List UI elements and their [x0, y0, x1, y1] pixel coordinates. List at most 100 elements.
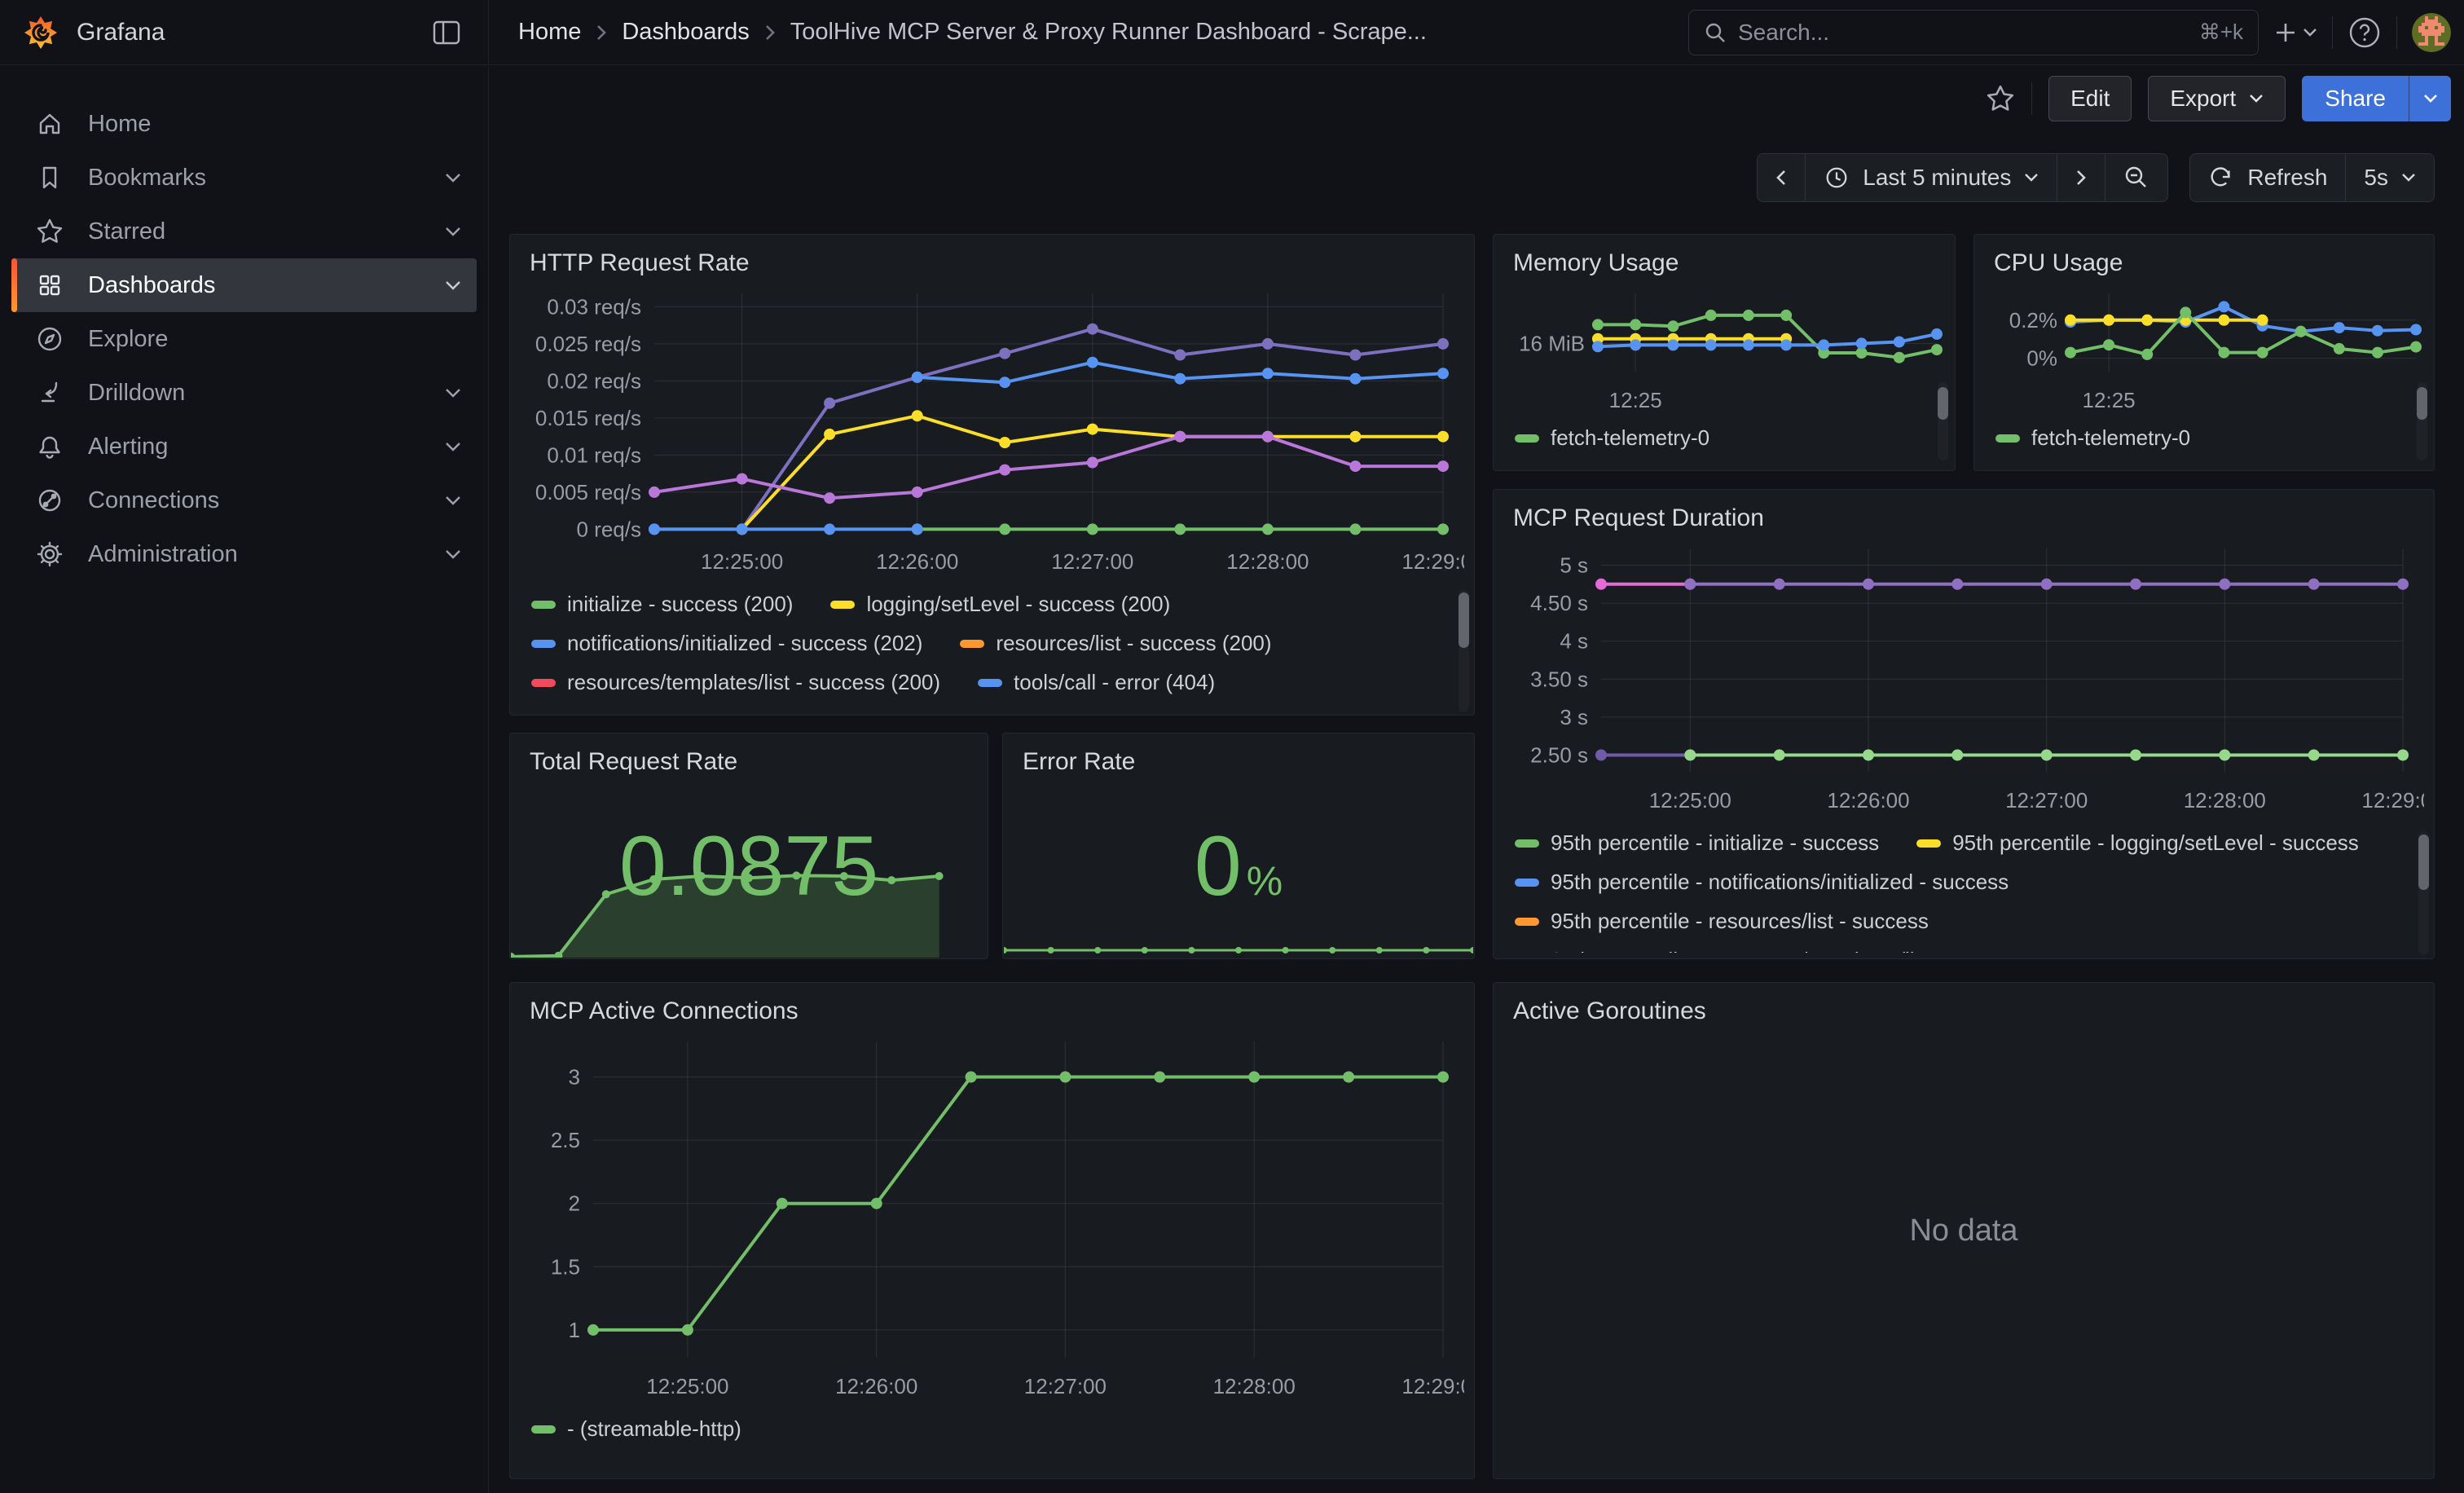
compass-icon [36, 325, 64, 353]
chevron-right-icon [764, 24, 776, 42]
refresh-icon [2208, 165, 2234, 191]
legend-item[interactable]: - (streamable-http) [531, 1416, 741, 1442]
sidebar-item-label: Starred [88, 218, 165, 245]
panel-http-request-rate: HTTP Request Rate 0 req/s0.005 req/s0.01… [509, 234, 1475, 716]
svg-text:12:25:00: 12:25:00 [1649, 788, 1731, 813]
sidebar-item-drilldown[interactable]: Drilldown [11, 366, 477, 420]
time-range-label: Last 5 minutes [1863, 165, 2011, 191]
refresh-button[interactable]: Refresh [2190, 154, 2345, 201]
chevron-down-icon [444, 495, 462, 506]
time-range-picker[interactable]: Last 5 minutes [1805, 154, 2057, 201]
legend-scrollbar[interactable] [1459, 590, 1469, 712]
sidebar-collapse-icon[interactable] [433, 20, 460, 45]
search-box[interactable]: ⌘+k [1688, 10, 2259, 55]
legend-item[interactable]: fetch-telemetry-0 [1515, 425, 1709, 451]
share-button[interactable]: Share [2302, 76, 2409, 121]
panel-mcp-active-connections: MCP Active Connections 11.522.5312:25:00… [509, 982, 1475, 1479]
panel-title[interactable]: Total Request Rate [510, 733, 988, 781]
error-rate-suffix: % [1247, 857, 1283, 905]
legend-scrollbar[interactable] [2417, 382, 2427, 460]
legend-scrollbar[interactable] [1938, 382, 1948, 460]
panel-title[interactable]: CPU Usage [1974, 235, 2434, 282]
svg-text:12:29:00: 12:29:00 [1401, 549, 1464, 574]
svg-text:12:29:00: 12:29:00 [2361, 788, 2424, 813]
add-button[interactable] [2273, 20, 2317, 45]
cpu-usage-chart[interactable]: 0.2%0%12:25 [1981, 282, 2427, 419]
scrollbar-thumb[interactable] [2418, 835, 2429, 890]
legend-item[interactable]: 95th percentile - resources/templates/li… [1515, 948, 2026, 953]
legend-item[interactable]: logging/setLevel - success (200) [830, 592, 1170, 617]
legend-item[interactable]: initialize - success (200) [531, 592, 793, 617]
svg-text:4.50 s: 4.50 s [1530, 591, 1588, 615]
breadcrumb-dashboards[interactable]: Dashboards [622, 19, 749, 46]
mcp-request-duration-chart[interactable]: 2.50 s3 s3.50 s4 s4.50 s5 s12:25:0012:26… [1503, 537, 2424, 824]
topbar: Grafana Home Dashboards ToolHive MCP Ser… [0, 0, 2464, 65]
grafana-logo[interactable] [23, 13, 59, 52]
panel-title[interactable]: MCP Active Connections [510, 983, 1474, 1030]
sidebar-item-label: Bookmarks [88, 165, 206, 192]
sidebar-item-alerting[interactable]: Alerting [11, 420, 477, 473]
scrollbar-thumb[interactable] [2417, 387, 2427, 420]
scrollbar-thumb[interactable] [1459, 592, 1469, 648]
legend-item[interactable]: resources/list - success (200) [960, 631, 1271, 656]
sidebar-item-label: Drilldown [88, 380, 185, 407]
search-shortcut: ⌘+k [2199, 20, 2243, 45]
zoom-out-button[interactable] [2105, 154, 2167, 201]
sidebar-item-administration[interactable]: Administration [11, 527, 477, 581]
legend-item[interactable]: tools/list - success (200) [838, 709, 1101, 712]
help-button[interactable] [2347, 15, 2382, 50]
memory-usage-chart[interactable]: 16 MiB12:25 [1500, 282, 1948, 419]
panel-title[interactable]: MCP Request Duration [1494, 490, 2434, 537]
time-back-button[interactable] [1758, 154, 1805, 201]
svg-text:12:27:00: 12:27:00 [1051, 549, 1133, 574]
svg-text:12:26:00: 12:26:00 [835, 1374, 917, 1398]
legend-item[interactable]: unknown - success (200) [1138, 709, 1410, 712]
time-forward-button[interactable] [2057, 154, 2105, 201]
legend-item[interactable]: 95th percentile - resources/list - succe… [1515, 909, 1929, 934]
sidebar-item-explore[interactable]: Explore [11, 312, 477, 366]
bookmark-icon [36, 164, 64, 192]
legend-item[interactable]: 95th percentile - initialize - success [1515, 830, 1879, 856]
chevron-down-icon [2249, 94, 2264, 103]
star-icon [36, 218, 64, 245]
legend-item[interactable]: 95th percentile - logging/setLevel - suc… [1916, 830, 2359, 856]
svg-text:1: 1 [569, 1318, 580, 1342]
memory-legend: fetch-telemetry-0 [1515, 425, 1938, 468]
legend-scrollbar[interactable] [2418, 832, 2429, 954]
panel-title[interactable]: HTTP Request Rate [510, 235, 1474, 282]
panel-title[interactable]: Memory Usage [1494, 235, 1955, 282]
sidebar-item-home[interactable]: Home [11, 97, 477, 151]
breadcrumb-current: ToolHive MCP Server & Proxy Runner Dashb… [790, 19, 1427, 46]
legend-item[interactable]: resources/templates/list - success (200) [531, 670, 940, 695]
sidebar-item-connections[interactable]: Connections [11, 473, 477, 527]
svg-text:12:29:00: 12:29:00 [1401, 1374, 1464, 1398]
legend-item[interactable]: tools/call - error (404) [978, 670, 1215, 695]
panel-title[interactable]: Error Rate [1003, 733, 1474, 781]
edit-button[interactable]: Edit [2048, 76, 2132, 121]
favorite-star-button[interactable] [1986, 84, 2015, 113]
sidebar-item-starred[interactable]: Starred [11, 205, 477, 258]
sidebar-item-bookmarks[interactable]: Bookmarks [11, 151, 477, 205]
svg-text:12:27:00: 12:27:00 [2005, 788, 2088, 813]
gear-icon [36, 540, 64, 568]
svg-text:0.03 req/s: 0.03 req/s [547, 294, 641, 319]
search-input[interactable] [1738, 20, 2188, 46]
legend-item[interactable]: notifications/initialized - success (202… [531, 631, 922, 656]
mcp-active-connections-chart[interactable]: 11.522.5312:25:0012:26:0012:27:0012:28:0… [520, 1030, 1464, 1410]
chevron-left-icon [1775, 169, 1787, 187]
http-request-rate-chart[interactable]: 0 req/s0.005 req/s0.01 req/s0.015 req/s0… [520, 282, 1464, 585]
refresh-interval-picker[interactable]: 5s [2345, 154, 2434, 201]
chevron-down-icon [444, 280, 462, 291]
svg-text:0.025 req/s: 0.025 req/s [535, 332, 641, 356]
svg-text:12:27:00: 12:27:00 [1024, 1374, 1107, 1398]
user-avatar[interactable] [2412, 13, 2451, 52]
legend-item[interactable]: 95th percentile - notifications/initiali… [1515, 870, 2009, 895]
share-menu-button[interactable] [2409, 76, 2451, 121]
legend-item[interactable]: tools/call - success (200) [531, 709, 800, 712]
legend-item[interactable]: fetch-telemetry-0 [1995, 425, 2190, 451]
breadcrumb-home[interactable]: Home [518, 19, 581, 46]
legend-swatch [1515, 434, 1539, 443]
export-button[interactable]: Export [2148, 76, 2286, 121]
scrollbar-thumb[interactable] [1938, 387, 1948, 420]
sidebar-item-dashboards[interactable]: Dashboards [11, 258, 477, 312]
